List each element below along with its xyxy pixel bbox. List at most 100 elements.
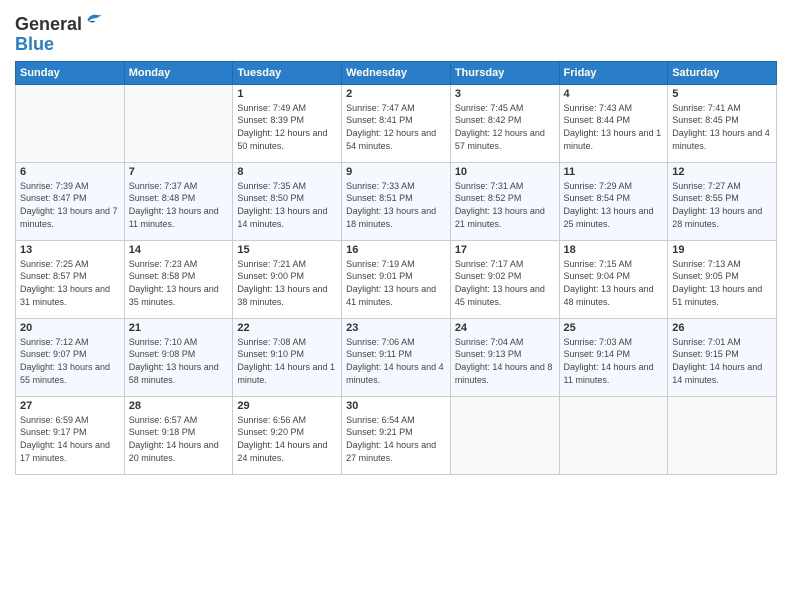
calendar-cell: 24 Sunrise: 7:04 AM Sunset: 9:13 PM Dayli… <box>450 318 559 396</box>
day-info: Sunrise: 7:33 AM Sunset: 8:51 PM Dayligh… <box>346 180 446 230</box>
calendar-cell: 15 Sunrise: 7:21 AM Sunset: 9:00 PM Dayli… <box>233 240 342 318</box>
day-number: 16 <box>346 244 446 256</box>
calendar-cell: 10Sunrise: 7:31 AM Sunset: 8:52 PM Dayli… <box>450 162 559 240</box>
calendar-cell: 19 Sunrise: 7:13 AM Sunset: 9:05 PM Dayli… <box>668 240 777 318</box>
day-number: 12 <box>672 166 772 178</box>
day-info: Sunrise: 7:47 AM Sunset: 8:41 PM Dayligh… <box>346 102 446 152</box>
calendar-cell <box>16 84 125 162</box>
day-info: Sunrise: 7:10 AM Sunset: 9:08 PM Dayligh… <box>129 336 229 386</box>
calendar-cell: 2 Sunrise: 7:47 AM Sunset: 8:41 PM Daylig… <box>342 84 451 162</box>
day-info: Sunrise: 7:06 AM Sunset: 9:11 PM Dayligh… <box>346 336 446 386</box>
day-number: 29 <box>237 400 337 412</box>
day-info: Sunrise: 7:21 AM Sunset: 9:00 PM Dayligh… <box>237 258 337 308</box>
calendar-cell: 20 Sunrise: 7:12 AM Sunset: 9:07 PM Dayli… <box>16 318 125 396</box>
day-info: Sunrise: 7:01 AM Sunset: 9:15 PM Dayligh… <box>672 336 772 386</box>
calendar-cell: 27 Sunrise: 6:59 AM Sunset: 9:17 PM Dayli… <box>16 396 125 474</box>
calendar-cell: 18 Sunrise: 7:15 AM Sunset: 9:04 PM Dayli… <box>559 240 668 318</box>
calendar-cell: 26Sunrise: 7:01 AM Sunset: 9:15 PM Dayli… <box>668 318 777 396</box>
day-number: 1 <box>237 88 337 100</box>
calendar-cell: 12Sunrise: 7:27 AM Sunset: 8:55 PM Dayli… <box>668 162 777 240</box>
day-info: Sunrise: 6:56 AM Sunset: 9:20 PM Dayligh… <box>237 414 337 464</box>
day-info: Sunrise: 7:23 AM Sunset: 8:58 PM Dayligh… <box>129 258 229 308</box>
calendar-cell: 30 Sunrise: 6:54 AM Sunset: 9:21 PM Dayli… <box>342 396 451 474</box>
day-info: Sunrise: 7:17 AM Sunset: 9:02 PM Dayligh… <box>455 258 555 308</box>
day-number: 21 <box>129 322 229 334</box>
calendar-cell: 25 Sunrise: 7:03 AM Sunset: 9:14 PM Dayli… <box>559 318 668 396</box>
logo: General Blue <box>15 10 104 53</box>
calendar-cell: 6 Sunrise: 7:39 AM Sunset: 8:47 PM Daylig… <box>16 162 125 240</box>
logo-general: General <box>15 14 82 34</box>
day-number: 19 <box>672 244 772 256</box>
day-info: Sunrise: 6:54 AM Sunset: 9:21 PM Dayligh… <box>346 414 446 464</box>
day-number: 27 <box>20 400 120 412</box>
day-number: 8 <box>237 166 337 178</box>
day-number: 3 <box>455 88 555 100</box>
day-number: 24 <box>455 322 555 334</box>
day-info: Sunrise: 7:15 AM Sunset: 9:04 PM Dayligh… <box>564 258 664 308</box>
day-number: 23 <box>346 322 446 334</box>
logo-bird-icon <box>84 10 104 30</box>
day-info: Sunrise: 7:37 AM Sunset: 8:48 PM Dayligh… <box>129 180 229 230</box>
calendar-table: SundayMondayTuesdayWednesdayThursdayFrid… <box>15 61 777 475</box>
day-number: 15 <box>237 244 337 256</box>
col-header-monday: Monday <box>124 61 233 84</box>
day-number: 11 <box>564 166 664 178</box>
calendar-cell: 4 Sunrise: 7:43 AM Sunset: 8:44 PM Daylig… <box>559 84 668 162</box>
calendar-cell <box>559 396 668 474</box>
day-number: 4 <box>564 88 664 100</box>
calendar-cell: 7 Sunrise: 7:37 AM Sunset: 8:48 PM Daylig… <box>124 162 233 240</box>
calendar-cell: 17Sunrise: 7:17 AM Sunset: 9:02 PM Dayli… <box>450 240 559 318</box>
day-info: Sunrise: 7:08 AM Sunset: 9:10 PM Dayligh… <box>237 336 337 386</box>
calendar-cell: 28Sunrise: 6:57 AM Sunset: 9:18 PM Dayli… <box>124 396 233 474</box>
day-info: Sunrise: 7:43 AM Sunset: 8:44 PM Dayligh… <box>564 102 664 152</box>
calendar-cell: 3 Sunrise: 7:45 AM Sunset: 8:42 PM Daylig… <box>450 84 559 162</box>
col-header-saturday: Saturday <box>668 61 777 84</box>
day-info: Sunrise: 7:45 AM Sunset: 8:42 PM Dayligh… <box>455 102 555 152</box>
day-number: 13 <box>20 244 120 256</box>
day-number: 6 <box>20 166 120 178</box>
calendar-cell <box>124 84 233 162</box>
col-header-sunday: Sunday <box>16 61 125 84</box>
calendar-cell: 21 Sunrise: 7:10 AM Sunset: 9:08 PM Dayli… <box>124 318 233 396</box>
calendar-cell: 11 Sunrise: 7:29 AM Sunset: 8:54 PM Dayli… <box>559 162 668 240</box>
day-info: Sunrise: 7:41 AM Sunset: 8:45 PM Dayligh… <box>672 102 772 152</box>
day-info: Sunrise: 7:49 AM Sunset: 8:39 PM Dayligh… <box>237 102 337 152</box>
day-number: 7 <box>129 166 229 178</box>
col-header-thursday: Thursday <box>450 61 559 84</box>
calendar-cell: 29 Sunrise: 6:56 AM Sunset: 9:20 PM Dayli… <box>233 396 342 474</box>
logo-blue-text: Blue <box>15 35 104 53</box>
col-header-wednesday: Wednesday <box>342 61 451 84</box>
calendar-cell <box>668 396 777 474</box>
page: General Blue SundayMondayTuesdayWednesda… <box>0 0 792 612</box>
calendar-cell: 14 Sunrise: 7:23 AM Sunset: 8:58 PM Dayli… <box>124 240 233 318</box>
day-info: Sunrise: 6:59 AM Sunset: 9:17 PM Dayligh… <box>20 414 120 464</box>
header: General Blue <box>15 10 777 53</box>
calendar-cell <box>450 396 559 474</box>
calendar-cell: 9Sunrise: 7:33 AM Sunset: 8:51 PM Daylig… <box>342 162 451 240</box>
calendar-cell: 5Sunrise: 7:41 AM Sunset: 8:45 PM Daylig… <box>668 84 777 162</box>
calendar-cell: 23 Sunrise: 7:06 AM Sunset: 9:11 PM Dayli… <box>342 318 451 396</box>
day-info: Sunrise: 7:03 AM Sunset: 9:14 PM Dayligh… <box>564 336 664 386</box>
day-number: 2 <box>346 88 446 100</box>
day-number: 14 <box>129 244 229 256</box>
day-number: 30 <box>346 400 446 412</box>
day-info: Sunrise: 7:29 AM Sunset: 8:54 PM Dayligh… <box>564 180 664 230</box>
day-info: Sunrise: 7:39 AM Sunset: 8:47 PM Dayligh… <box>20 180 120 230</box>
calendar-cell: 1 Sunrise: 7:49 AM Sunset: 8:39 PM Daylig… <box>233 84 342 162</box>
day-number: 20 <box>20 322 120 334</box>
day-number: 28 <box>129 400 229 412</box>
day-info: Sunrise: 7:25 AM Sunset: 8:57 PM Dayligh… <box>20 258 120 308</box>
day-info: Sunrise: 7:19 AM Sunset: 9:01 PM Dayligh… <box>346 258 446 308</box>
day-number: 25 <box>564 322 664 334</box>
day-number: 22 <box>237 322 337 334</box>
day-info: Sunrise: 7:31 AM Sunset: 8:52 PM Dayligh… <box>455 180 555 230</box>
calendar-cell: 22 Sunrise: 7:08 AM Sunset: 9:10 PM Dayli… <box>233 318 342 396</box>
day-info: Sunrise: 7:04 AM Sunset: 9:13 PM Dayligh… <box>455 336 555 386</box>
col-header-tuesday: Tuesday <box>233 61 342 84</box>
day-number: 18 <box>564 244 664 256</box>
calendar-cell: 13 Sunrise: 7:25 AM Sunset: 8:57 PM Dayli… <box>16 240 125 318</box>
calendar-cell: 16 Sunrise: 7:19 AM Sunset: 9:01 PM Dayli… <box>342 240 451 318</box>
day-info: Sunrise: 7:35 AM Sunset: 8:50 PM Dayligh… <box>237 180 337 230</box>
day-info: Sunrise: 7:12 AM Sunset: 9:07 PM Dayligh… <box>20 336 120 386</box>
day-info: Sunrise: 7:13 AM Sunset: 9:05 PM Dayligh… <box>672 258 772 308</box>
